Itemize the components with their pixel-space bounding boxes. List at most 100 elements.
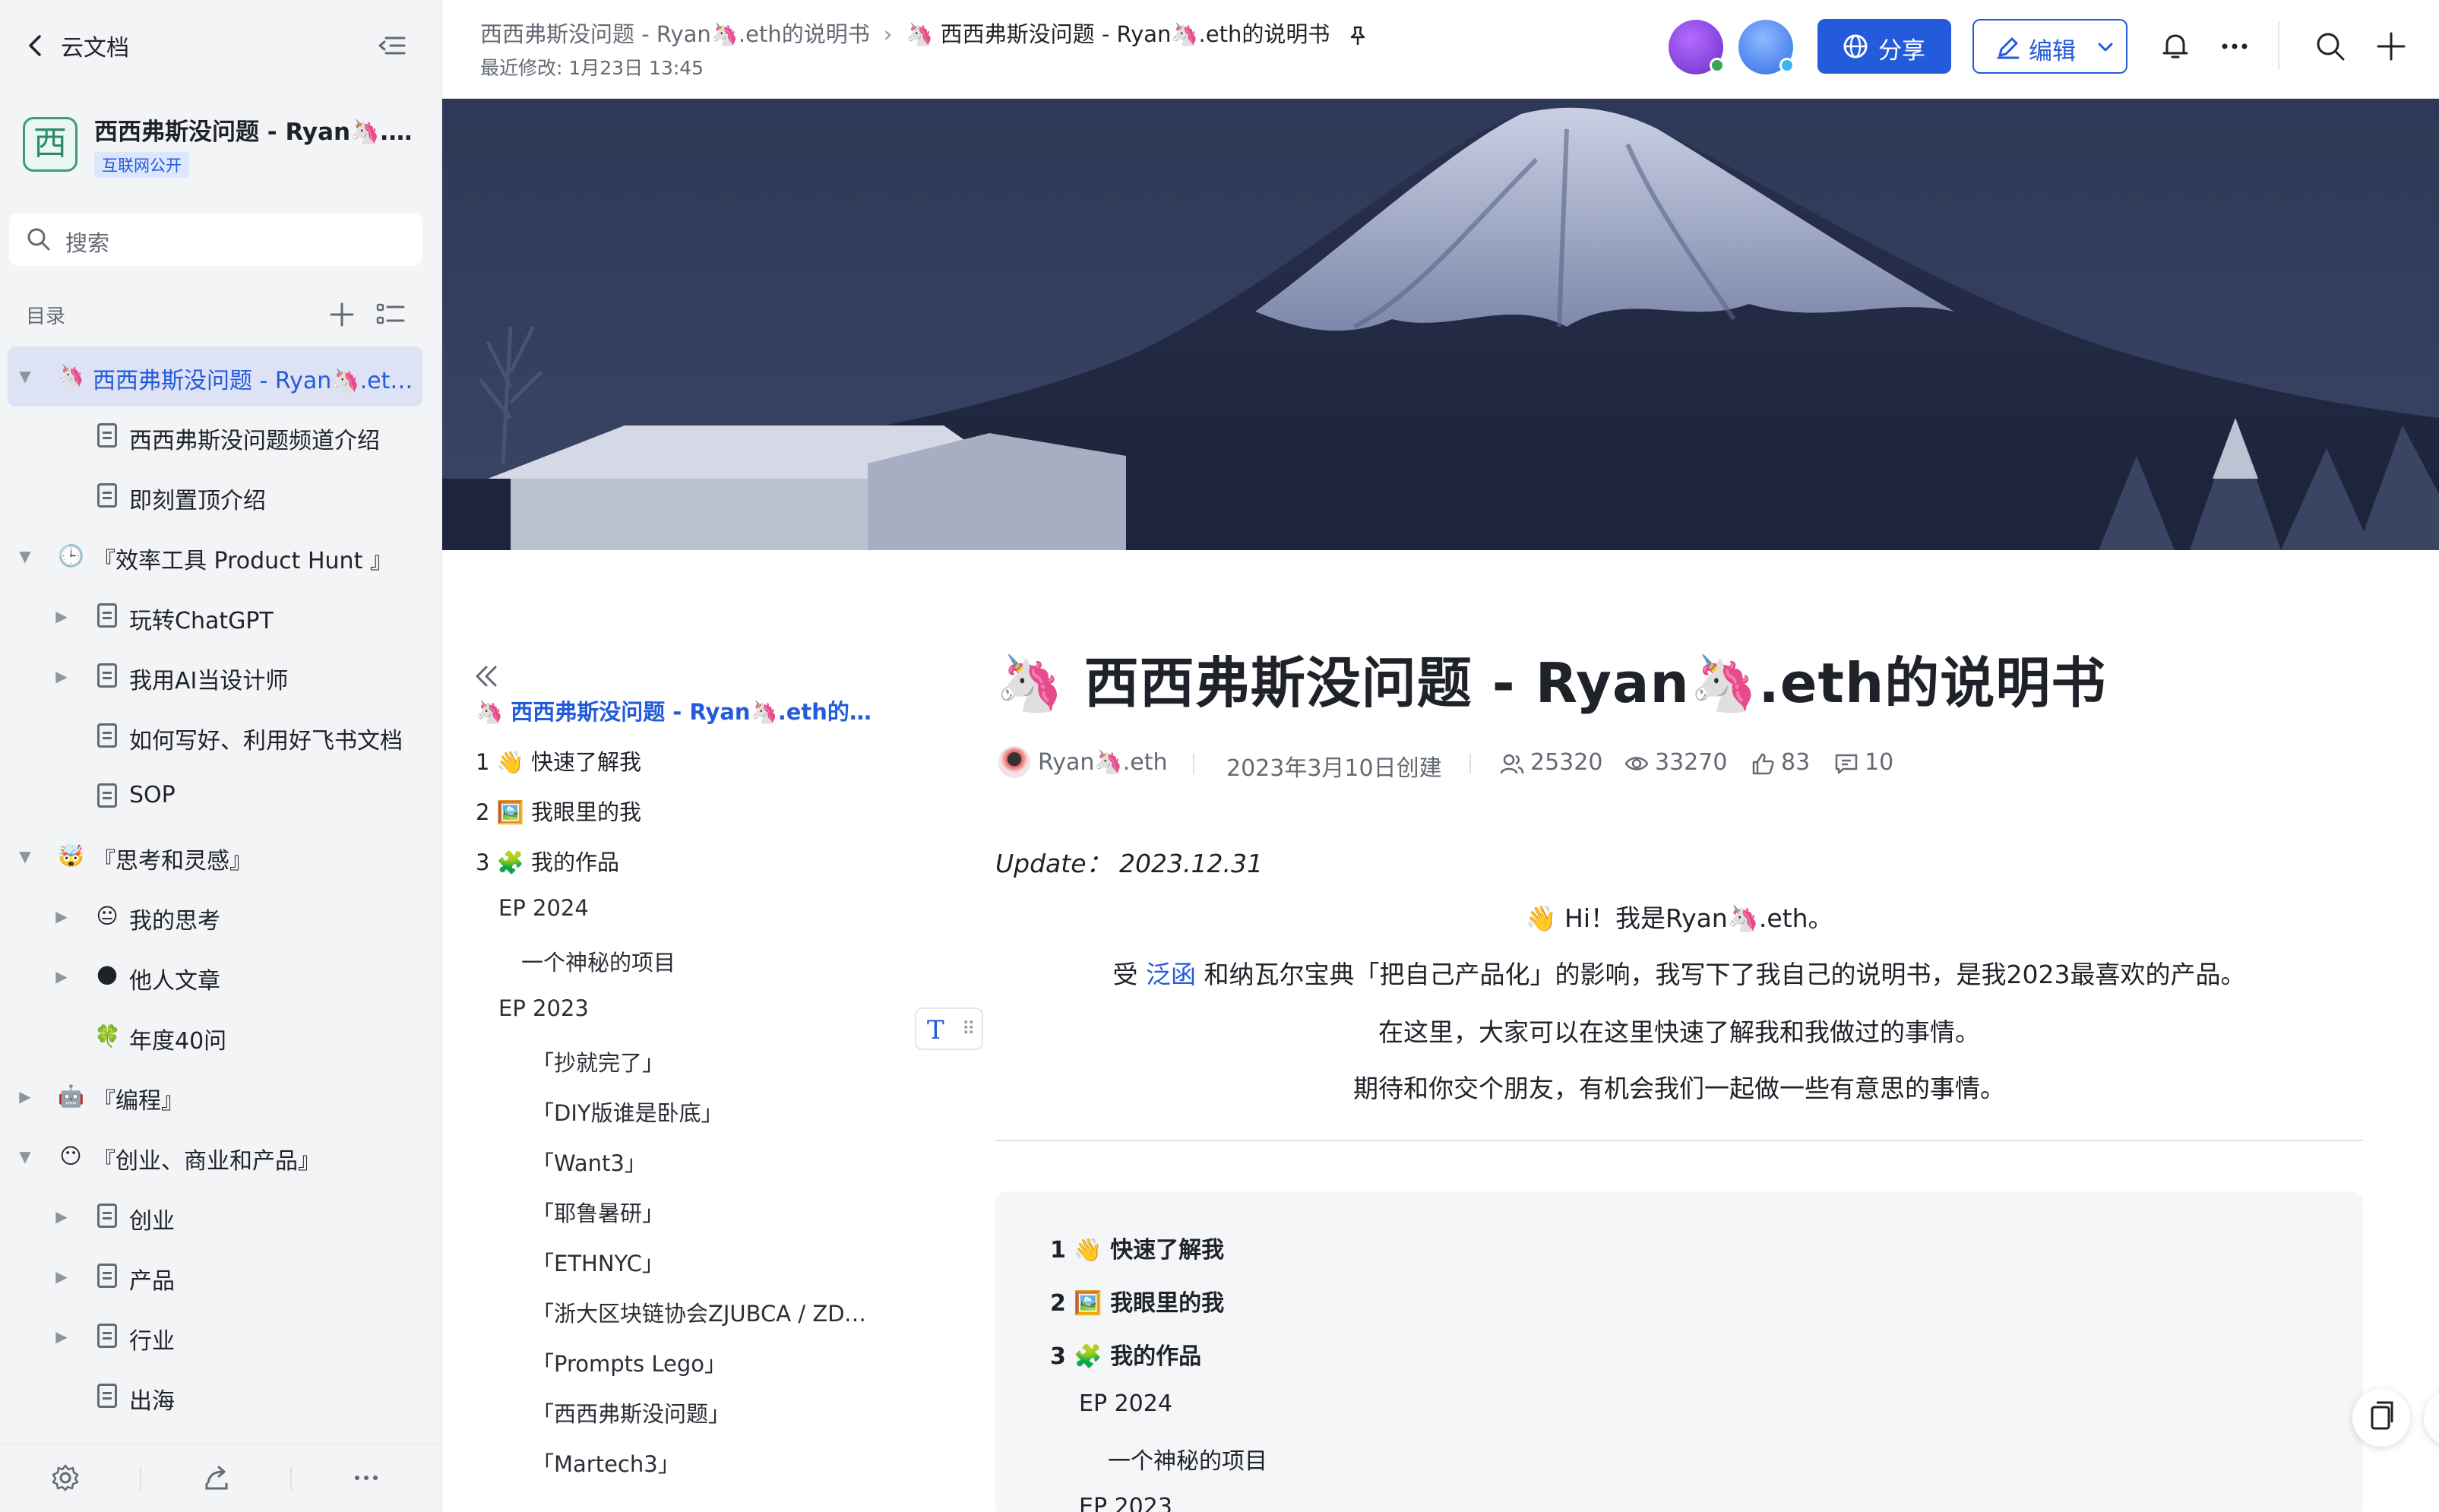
sidebar-item-label: 玩转ChatGPT	[129, 608, 274, 634]
block-toolbar[interactable]: T ⠿	[915, 1007, 983, 1050]
sidebar-item[interactable]: ▶ 😐 我的思考	[8, 887, 422, 947]
outline-item[interactable]: 「耶鲁暑研」	[532, 1196, 874, 1228]
outline-item[interactable]: 「ETHNYC」	[532, 1246, 874, 1278]
sidebar-item[interactable]: SOP	[8, 767, 422, 827]
toc-link[interactable]: 3 🧩 我的作品	[1050, 1337, 1201, 1371]
sidebar-item[interactable]: ▼ 😶 『创业、商业和产品』	[8, 1127, 422, 1187]
caret-right-icon[interactable]: ▶	[50, 905, 73, 928]
sidebar-item[interactable]: 即刻置顶介绍	[8, 467, 422, 527]
sidebar-item[interactable]: 西西弗斯没问题频道介绍	[8, 406, 422, 467]
text-format-icon[interactable]: T	[927, 1015, 944, 1045]
influence-line[interactable]: 受 泛函 和纳瓦尔宝典「把自己产品化」的影响，我写下了我自己的说明书，是我202…	[995, 954, 2363, 991]
edit-button[interactable]: 编辑	[1972, 19, 2127, 74]
outline-item[interactable]: 1 👋 快速了解我	[476, 745, 874, 777]
caret-right-icon[interactable]: ▶	[50, 1265, 73, 1288]
fanhan-link[interactable]: 泛函	[1146, 960, 1196, 989]
sidebar-footer	[0, 1444, 442, 1512]
more-options-icon[interactable]	[2217, 29, 2252, 64]
outline-item[interactable]: EP 2024	[498, 895, 874, 921]
outline-item[interactable]: 一个神秘的项目	[521, 945, 874, 977]
add-new-icon[interactable]	[2374, 29, 2409, 64]
sidebar-item-label: 即刻置顶介绍	[129, 488, 266, 514]
divider	[995, 1140, 2363, 1141]
caret-down-icon[interactable]: ▼	[14, 365, 36, 387]
sidebar-item-label: 我用AI当设计师	[129, 668, 289, 694]
caret-down-icon[interactable]: ▼	[14, 845, 36, 868]
breadcrumb-current[interactable]: 🦄 西西弗斯没问题 - Ryan🦄.eth的说明书	[906, 21, 1330, 47]
space-icon: 西	[23, 117, 78, 172]
outline-item[interactable]: 「抄就完了」	[532, 1045, 874, 1077]
emoji-icon: 🌑	[96, 963, 119, 988]
settings-gear-icon[interactable]	[50, 1463, 81, 1493]
inline-toc-block: 1 👋 快速了解我 2 🖼️ 我眼里的我 3 🧩 我的作品 EP 2024 一个神秘的项…	[995, 1191, 2363, 1512]
outline-item[interactable]: 2 🖼️ 我眼里的我	[476, 795, 874, 827]
sidebar-item[interactable]: 🍀 年度40问	[8, 1007, 422, 1067]
sidebar-item-label: 西西弗斯没问题 - Ryan🦄.eth的说明书	[93, 368, 418, 394]
outline-item[interactable]: 🦄 西西弗斯没问题 - Ryan🦄.eth的说明书	[476, 694, 874, 726]
like-thumb-icon[interactable]	[1751, 752, 1775, 775]
update-line[interactable]: Update： 2023.12.31	[995, 843, 1263, 880]
caret-down-icon[interactable]: ▼	[14, 1145, 36, 1168]
toc-heading: 目录	[26, 305, 66, 328]
author-name[interactable]: Ryan🦄.eth	[1038, 749, 1167, 776]
add-icon[interactable]	[328, 301, 356, 328]
sidebar-search-input[interactable]: 搜索	[9, 213, 422, 266]
caret-right-icon[interactable]: ▶	[14, 1085, 36, 1108]
notification-bell-icon[interactable]	[2158, 29, 2193, 64]
space-name[interactable]: 西西弗斯没问题 - Ryan🦄.eth的说明书	[94, 112, 421, 147]
toc-link[interactable]: EP 2024	[1079, 1390, 1172, 1417]
caret-right-icon[interactable]: ▶	[50, 1325, 73, 1348]
greeting-line[interactable]: 👋 Hi！我是Ryan🦄.eth。	[995, 898, 2363, 935]
sidebar-item[interactable]: ▶ 产品	[8, 1247, 422, 1307]
share-label: 分享	[1878, 37, 1925, 65]
toc-link[interactable]: 2 🖼️ 我眼里的我	[1050, 1284, 1224, 1317]
drag-handle-icon[interactable]: ⠿	[962, 1018, 976, 1039]
share-arrow-icon[interactable]	[201, 1463, 231, 1493]
sidebar-item[interactable]: 如何写好、利用好飞书文档	[8, 707, 422, 767]
copy-doc-button[interactable]	[2352, 1389, 2410, 1447]
sidebar-item[interactable]: ▼ 🤯 『思考和灵感』	[8, 827, 422, 887]
views-count: 33270	[1655, 749, 1728, 776]
author-avatar[interactable]	[998, 746, 1030, 778]
intro-line[interactable]: 在这里，大家可以在这里快速了解我和我做过的事情。	[995, 1012, 2363, 1049]
sidebar-item[interactable]: ▼ 🕒 『效率工具 Product Hunt 』	[8, 527, 422, 587]
caret-right-icon[interactable]: ▶	[50, 665, 73, 688]
caret-right-icon[interactable]: ▶	[50, 1205, 73, 1228]
floating-action-button[interactable]	[2424, 1389, 2439, 1447]
search-icon[interactable]	[2313, 29, 2348, 64]
collapse-sidebar-icon[interactable]	[375, 30, 409, 61]
toc-link[interactable]: 一个神秘的项目	[1108, 1442, 1267, 1476]
toc-link[interactable]: 1 👋 快速了解我	[1050, 1231, 1224, 1264]
outline-item[interactable]: 「Prompts Lego」	[532, 1346, 874, 1378]
outline-item[interactable]: 「Martech3」	[532, 1447, 874, 1479]
sidebar-item[interactable]: ▶ 🤖 『编程』	[8, 1067, 422, 1127]
outline-item[interactable]: 「西西弗斯没问题」	[532, 1397, 874, 1428]
sidebar-item[interactable]: ▶ 玩转ChatGPT	[8, 587, 422, 647]
back-arrow-icon[interactable]	[21, 30, 52, 61]
outline-item[interactable]: 「DIY版谁是卧底」	[532, 1096, 874, 1128]
share-button[interactable]: 分享	[1817, 19, 1951, 74]
sidebar-item[interactable]: ▶ 🌑 他人文章	[8, 947, 422, 1007]
document-title[interactable]: 🦄 西西弗斯没问题 - Ryan🦄.eth的说明书	[995, 638, 2106, 718]
sidebar-item[interactable]: ▼ 🦄 西西弗斯没问题 - Ryan🦄.eth的说明书	[8, 346, 422, 406]
breadcrumb-parent[interactable]: 西西弗斯没问题 - Ryan🦄.eth的说明书	[480, 21, 870, 47]
sidebar-item[interactable]: ▶ 行业	[8, 1307, 422, 1367]
pin-icon[interactable]	[1346, 24, 1369, 47]
sidebar-item[interactable]: 出海	[8, 1367, 422, 1427]
sidebar-item[interactable]: ▶ 创业	[8, 1187, 422, 1247]
list-settings-icon[interactable]	[375, 301, 406, 328]
outline-item[interactable]: 「浙大区块链协会ZJUBCA / ZDAO」	[532, 1296, 874, 1328]
toc-link[interactable]: EP 2023	[1079, 1494, 1172, 1512]
caret-right-icon[interactable]: ▶	[50, 965, 73, 988]
friends-line[interactable]: 期待和你交个朋友，有机会我们一起做一些有意思的事情。	[995, 1068, 2363, 1105]
more-icon[interactable]	[351, 1463, 381, 1493]
caret-right-icon[interactable]: ▶	[50, 605, 73, 628]
caret-down-icon[interactable]: ▼	[14, 545, 36, 568]
comment-icon[interactable]	[1834, 752, 1859, 775]
outline-item[interactable]: 3 🧩 我的作品	[476, 845, 874, 877]
outline-item[interactable]: EP 2023	[498, 995, 874, 1021]
outline-item[interactable]: 「Want3」	[532, 1146, 874, 1178]
collapse-outline-icon[interactable]	[471, 661, 501, 691]
sidebar-item[interactable]: ▶ 我用AI当设计师	[8, 647, 422, 707]
sidebar-item-label: 年度40问	[129, 1028, 227, 1055]
